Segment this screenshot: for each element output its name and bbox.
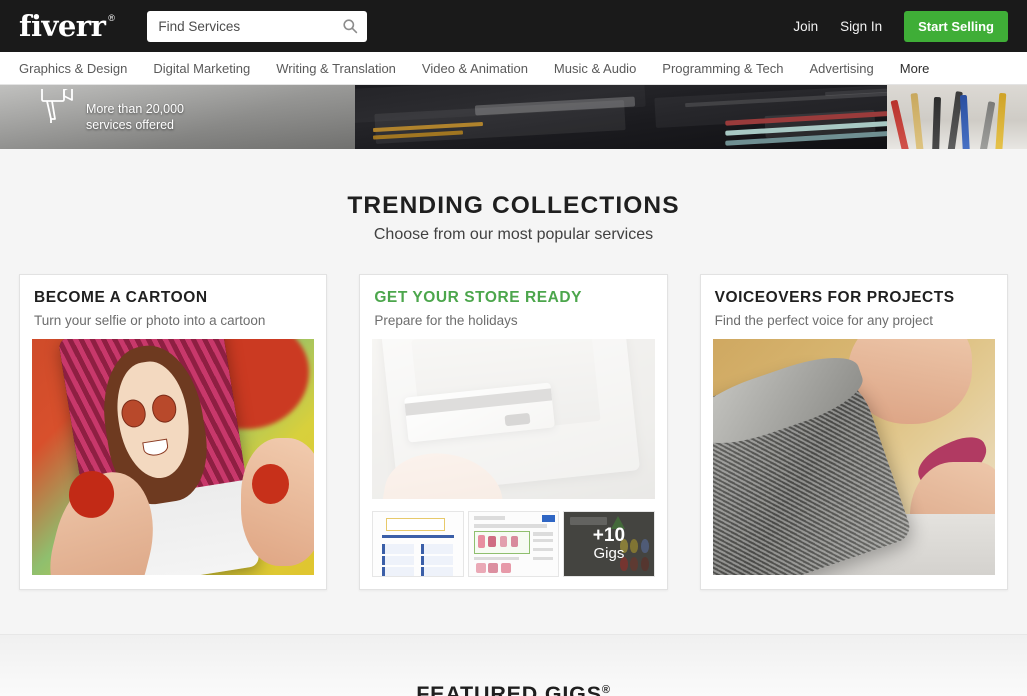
category-nav: Graphics & Design Digital Marketing Writ…: [0, 52, 1027, 85]
gig-thumbnail-1[interactable]: [372, 511, 464, 577]
site-header: fiverr® Join Sign In Start Selling: [0, 0, 1027, 52]
card-title: BECOME A CARTOON: [34, 289, 208, 306]
gig-thumbnail-row: +10 Gigs: [372, 511, 655, 577]
card-image-store[interactable]: [372, 339, 655, 499]
logo-registered-mark: ®: [108, 12, 115, 23]
hero-banner[interactable]: More than 20,000 services offered: [0, 85, 1027, 149]
page-title: TRENDING COLLECTIONS: [347, 192, 680, 219]
nav-item-digital-marketing[interactable]: Digital Marketing: [153, 61, 250, 76]
sign-in-link[interactable]: Sign In: [840, 19, 882, 34]
search-icon[interactable]: [342, 18, 358, 34]
card-header: VOICEOVERS FOR PROJECTS Find the perfect…: [701, 275, 1007, 339]
card-title: GET YOUR STORE READY: [374, 289, 582, 306]
trending-collections-section: TRENDING COLLECTIONS Choose from our mos…: [0, 149, 1027, 635]
fiverr-logo[interactable]: fiverr ®: [19, 8, 115, 43]
collection-card-voiceovers-for-projects[interactable]: VOICEOVERS FOR PROJECTS Find the perfect…: [699, 274, 1008, 590]
featured-gigs-title-text: FEATURED GIGS: [416, 682, 602, 696]
nav-item-writing-translation[interactable]: Writing & Translation: [276, 61, 396, 76]
search-box[interactable]: [147, 10, 368, 42]
gig-count-number: +10: [592, 525, 626, 547]
gig-count-overlay: +10 Gigs: [564, 512, 654, 576]
card-subtitle: Find the perfect voice for any project: [714, 313, 934, 328]
section-subtitle: Choose from our most popular services: [373, 226, 654, 243]
video-camera-outline-icon: [36, 85, 76, 133]
card-title: VOICEOVERS FOR PROJECTS: [714, 289, 955, 306]
card-subtitle: Turn your selfie or photo into a cartoon: [34, 313, 266, 328]
start-selling-button[interactable]: Start Selling: [904, 10, 1008, 42]
collection-card-get-your-store-ready[interactable]: GET YOUR STORE READY Prepare for the hol…: [359, 274, 668, 590]
hero-overlay: More than 20,000 services offered: [0, 85, 1027, 149]
gig-thumbnail-2[interactable]: [467, 511, 560, 577]
header-actions: Join Sign In Start Selling: [793, 10, 1008, 42]
nav-item-advertising[interactable]: Advertising: [809, 61, 873, 76]
nav-item-music-audio[interactable]: Music & Audio: [554, 61, 636, 76]
card-subtitle: Prepare for the holidays: [374, 313, 518, 328]
featured-gigs-section: FEATURED GIGS® Noteworthy Services: [0, 635, 1027, 696]
nav-item-graphics-design[interactable]: Graphics & Design: [19, 61, 127, 76]
card-image-voiceover[interactable]: [712, 339, 995, 575]
featured-gigs-title: FEATURED GIGS®: [416, 682, 611, 696]
hero-line-1: More than 20,000: [86, 102, 184, 116]
gig-count-label: Gigs: [593, 545, 625, 563]
gig-thumbnail-3[interactable]: +10 Gigs: [563, 511, 655, 577]
search-input[interactable]: [158, 18, 343, 34]
collection-cards: BECOME A CARTOON Turn your selfie or pho…: [0, 274, 1027, 590]
nav-item-video-animation[interactable]: Video & Animation: [422, 61, 528, 76]
featured-registered-mark: ®: [601, 683, 611, 696]
card-header: BECOME A CARTOON Turn your selfie or pho…: [20, 275, 326, 339]
hero-text: More than 20,000 services offered: [86, 101, 184, 133]
collection-card-become-a-cartoon[interactable]: BECOME A CARTOON Turn your selfie or pho…: [19, 274, 328, 590]
card-header: GET YOUR STORE READY Prepare for the hol…: [360, 275, 666, 339]
nav-item-more[interactable]: More: [900, 61, 930, 76]
join-link[interactable]: Join: [793, 19, 818, 34]
card-image-cartoon[interactable]: [32, 339, 315, 575]
nav-item-programming-tech[interactable]: Programming & Tech: [662, 61, 783, 76]
hero-line-2: services offered: [86, 118, 175, 132]
logo-text: fiverr: [19, 8, 106, 43]
